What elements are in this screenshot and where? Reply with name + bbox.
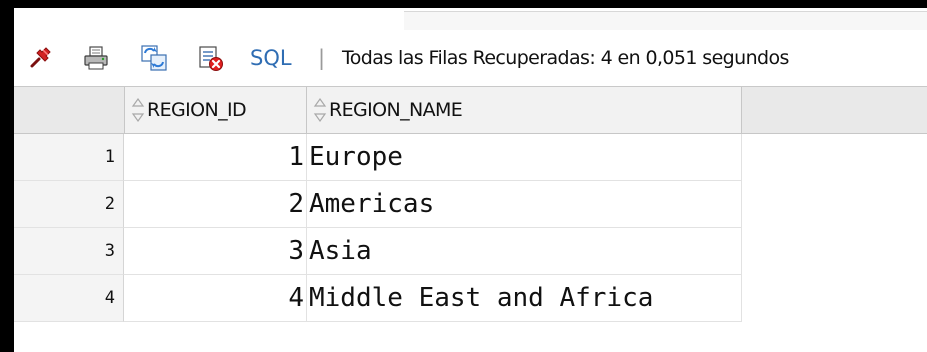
cell-region-id[interactable]: 3 [124, 228, 307, 275]
column-label: REGION_NAME [329, 99, 463, 121]
tab-strip-segment [404, 11, 927, 31]
table-row[interactable]: 3 3 Asia [14, 228, 742, 275]
print-icon[interactable] [82, 44, 110, 72]
cell-region-name[interactable]: Asia [307, 228, 742, 275]
sort-icon [313, 97, 327, 123]
cell-region-id[interactable]: 4 [124, 275, 307, 322]
refresh-sql-icon[interactable] [140, 44, 168, 72]
results-grid: REGION_ID REGION_NAME 1 1 Europe 2 2 Ame… [14, 87, 927, 352]
table-row[interactable]: 1 1 Europe [14, 134, 742, 181]
column-label: REGION_ID [147, 99, 247, 121]
row-number-header [14, 87, 125, 133]
row-number[interactable]: 3 [14, 228, 124, 275]
fetch-status-text: Todas las Filas Recuperadas: 4 en 0,051 … [342, 47, 789, 69]
results-panel: SQL | Todas las Filas Recuperadas: 4 en … [14, 30, 927, 352]
cell-region-id[interactable]: 1 [124, 134, 307, 181]
cell-region-name[interactable]: Americas [307, 181, 742, 228]
results-toolbar: SQL | Todas las Filas Recuperadas: 4 en … [14, 30, 927, 87]
table-row[interactable]: 4 4 Middle East and Africa [14, 275, 742, 322]
cell-region-name[interactable]: Europe [307, 134, 742, 181]
cell-region-name[interactable]: Middle East and Africa [307, 275, 742, 322]
cancel-fetch-icon[interactable] [196, 44, 224, 72]
pin-icon[interactable] [26, 44, 54, 72]
tab-strip [14, 8, 927, 31]
sql-link[interactable]: SQL [250, 44, 292, 72]
column-header-region-name[interactable]: REGION_NAME [307, 87, 742, 133]
column-header-region-id[interactable]: REGION_ID [125, 87, 307, 133]
row-number[interactable]: 2 [14, 181, 124, 228]
row-number[interactable]: 4 [14, 275, 124, 322]
grid-header: REGION_ID REGION_NAME [14, 87, 927, 134]
table-row[interactable]: 2 2 Americas [14, 181, 742, 228]
window-left-edge [0, 0, 14, 352]
row-number[interactable]: 1 [14, 134, 124, 181]
sort-icon [131, 97, 145, 123]
toolbar-separator: | [318, 46, 326, 70]
cell-region-id[interactable]: 2 [124, 181, 307, 228]
window-top-strip [0, 0, 927, 31]
results-window: SQL | Todas las Filas Recuperadas: 4 en … [0, 0, 927, 352]
